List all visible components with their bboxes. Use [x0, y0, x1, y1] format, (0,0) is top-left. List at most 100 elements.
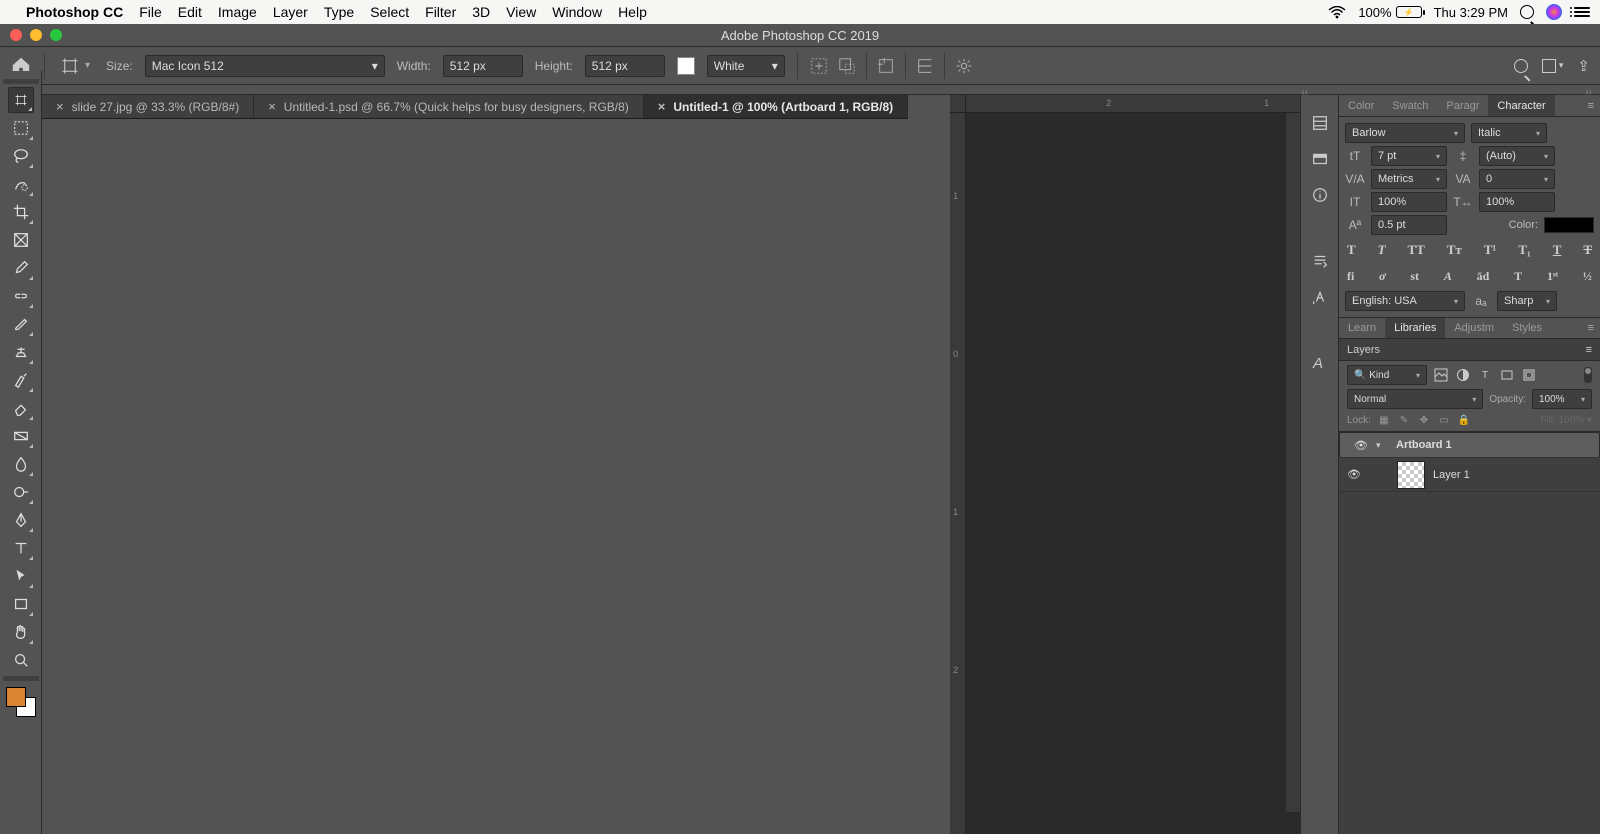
baseline-input[interactable]: 0.5 pt: [1371, 215, 1447, 235]
lock-position-icon[interactable]: ✥: [1417, 413, 1431, 427]
panel-menu-icon[interactable]: ≡: [1582, 95, 1600, 116]
zoom-tool[interactable]: [8, 647, 34, 673]
opacity-input[interactable]: 100%▾: [1532, 389, 1592, 409]
ruler-horizontal[interactable]: 2 1 0 1 2 3 4 ▾: [966, 95, 1300, 113]
filter-toggle[interactable]: [1584, 367, 1592, 383]
character-tab[interactable]: Character: [1488, 95, 1554, 116]
wifi-icon[interactable]: [1328, 6, 1346, 19]
siri-icon[interactable]: [1546, 4, 1562, 20]
menu-edit[interactable]: Edit: [178, 4, 202, 20]
marquee-tool[interactable]: [8, 115, 34, 141]
adjustments-tab[interactable]: Adjustm: [1445, 318, 1503, 338]
app-name[interactable]: Photoshop CC: [26, 4, 123, 20]
view-mode-icon[interactable]: ▾: [1542, 59, 1564, 73]
artboard-tool[interactable]: [8, 87, 34, 113]
fractions-button[interactable]: ½: [1583, 269, 1592, 284]
tracking-select[interactable]: 0▾: [1479, 169, 1555, 189]
path-select-tool[interactable]: [8, 563, 34, 589]
ruler-vertical[interactable]: 1 0 1 2: [950, 113, 966, 834]
menu-layer[interactable]: Layer: [273, 4, 308, 20]
subscript-button[interactable]: T₁: [1518, 242, 1531, 258]
width-input[interactable]: 512 px: [443, 55, 523, 77]
vscale-input[interactable]: 100%: [1371, 192, 1447, 212]
quick-select-tool[interactable]: [8, 171, 34, 197]
superscript-button[interactable]: T¹: [1484, 242, 1497, 258]
clone-stamp-tool[interactable]: [8, 339, 34, 365]
color-tab[interactable]: Color: [1339, 95, 1383, 116]
close-button[interactable]: [10, 29, 22, 41]
frame-tool[interactable]: [8, 227, 34, 253]
align-icon[interactable]: [916, 57, 934, 75]
filter-pixel-icon[interactable]: [1433, 367, 1449, 383]
eraser-tool[interactable]: [8, 395, 34, 421]
artboard-add-icon[interactable]: [810, 57, 828, 75]
type-tool[interactable]: [8, 535, 34, 561]
ordinals-button[interactable]: 1ˢᵗ: [1547, 269, 1558, 284]
menu-file[interactable]: File: [139, 4, 162, 20]
lasso-tool[interactable]: [8, 143, 34, 169]
canvas-scrollbar[interactable]: [1286, 113, 1300, 812]
titling-alt-button[interactable]: T: [1514, 269, 1522, 284]
italic-button[interactable]: T: [1378, 242, 1386, 258]
discretionary-lig-button[interactable]: st: [1410, 269, 1419, 284]
filter-type-icon[interactable]: T: [1477, 367, 1493, 383]
strikethrough-button[interactable]: T: [1583, 242, 1592, 258]
font-size-select[interactable]: 7 pt▾: [1371, 146, 1447, 166]
layers-title[interactable]: Layers: [1347, 344, 1380, 356]
filter-smart-icon[interactable]: [1521, 367, 1537, 383]
libraries-tab[interactable]: Libraries: [1385, 318, 1445, 338]
swash-button[interactable]: A: [1444, 269, 1452, 284]
canvas-search-icon[interactable]: [1514, 59, 1528, 73]
crop-tool[interactable]: [8, 199, 34, 225]
zoom-button[interactable]: [50, 29, 62, 41]
doc-tab-1[interactable]: ×slide 27.jpg @ 33.3% (RGB/8#): [42, 95, 254, 118]
artboard-crop-icon[interactable]: [877, 57, 895, 75]
menu-3d[interactable]: 3D: [472, 4, 490, 20]
artboard-bg-select[interactable]: White▾: [707, 55, 785, 77]
antialias-select[interactable]: Sharp▾: [1497, 291, 1557, 311]
menu-view[interactable]: View: [506, 4, 536, 20]
spotlight-icon[interactable]: [1520, 5, 1534, 19]
visibility-toggle[interactable]: 👁: [1339, 468, 1369, 481]
eyedropper-tool[interactable]: [8, 255, 34, 281]
underline-button[interactable]: T: [1553, 242, 1562, 258]
height-input[interactable]: 512 px: [585, 55, 665, 77]
smallcaps-button[interactable]: Tᴛ: [1447, 242, 1462, 258]
lock-artboard-icon[interactable]: ▭: [1437, 413, 1451, 427]
doc-tab-3[interactable]: ×Untitled-1 @ 100% (Artboard 1, RGB/8): [644, 95, 908, 118]
notification-center-icon[interactable]: [1574, 7, 1590, 17]
menu-select[interactable]: Select: [370, 4, 409, 20]
info-panel-icon[interactable]: [1310, 185, 1330, 205]
menubar-clock[interactable]: Thu 3:29 PM: [1434, 5, 1508, 20]
lock-paint-icon[interactable]: ✎: [1397, 413, 1411, 427]
gradient-tool[interactable]: [8, 423, 34, 449]
history-brush-tool[interactable]: [8, 367, 34, 393]
hscale-input[interactable]: 100%: [1479, 192, 1555, 212]
twirl-icon[interactable]: ▾: [1376, 440, 1390, 451]
font-family-select[interactable]: Barlow▾: [1345, 123, 1465, 143]
blur-tool[interactable]: [8, 451, 34, 477]
hand-tool[interactable]: [8, 619, 34, 645]
pen-tool[interactable]: [8, 507, 34, 533]
size-preset-select[interactable]: Mac Icon 512▾: [145, 55, 385, 77]
font-style-select[interactable]: Italic▾: [1471, 123, 1547, 143]
panel-menu-icon[interactable]: ≡: [1582, 318, 1600, 338]
menu-filter[interactable]: Filter: [425, 4, 456, 20]
stylistic-alt-button[interactable]: ād: [1477, 269, 1490, 284]
blend-mode-select[interactable]: Normal▾: [1347, 389, 1483, 409]
lock-transparent-icon[interactable]: ▦: [1377, 413, 1391, 427]
language-select[interactable]: English: USA▾: [1345, 291, 1465, 311]
filter-shape-icon[interactable]: [1499, 367, 1515, 383]
brush-tool[interactable]: [8, 311, 34, 337]
layer-filter-kind[interactable]: 🔍 Kind▾: [1347, 365, 1427, 385]
kerning-select[interactable]: Metrics▾: [1371, 169, 1447, 189]
battery-status[interactable]: 100%⚡: [1358, 5, 1421, 20]
learn-tab[interactable]: Learn: [1339, 318, 1385, 338]
artboard-tool-preset[interactable]: ▾: [57, 57, 94, 75]
menu-window[interactable]: Window: [552, 4, 602, 20]
leading-select[interactable]: (Auto)▾: [1479, 146, 1555, 166]
allcaps-button[interactable]: TT: [1407, 242, 1424, 258]
gear-icon[interactable]: [955, 57, 973, 75]
swatches-tab[interactable]: Swatch: [1383, 95, 1437, 116]
rectangle-tool[interactable]: [8, 591, 34, 617]
